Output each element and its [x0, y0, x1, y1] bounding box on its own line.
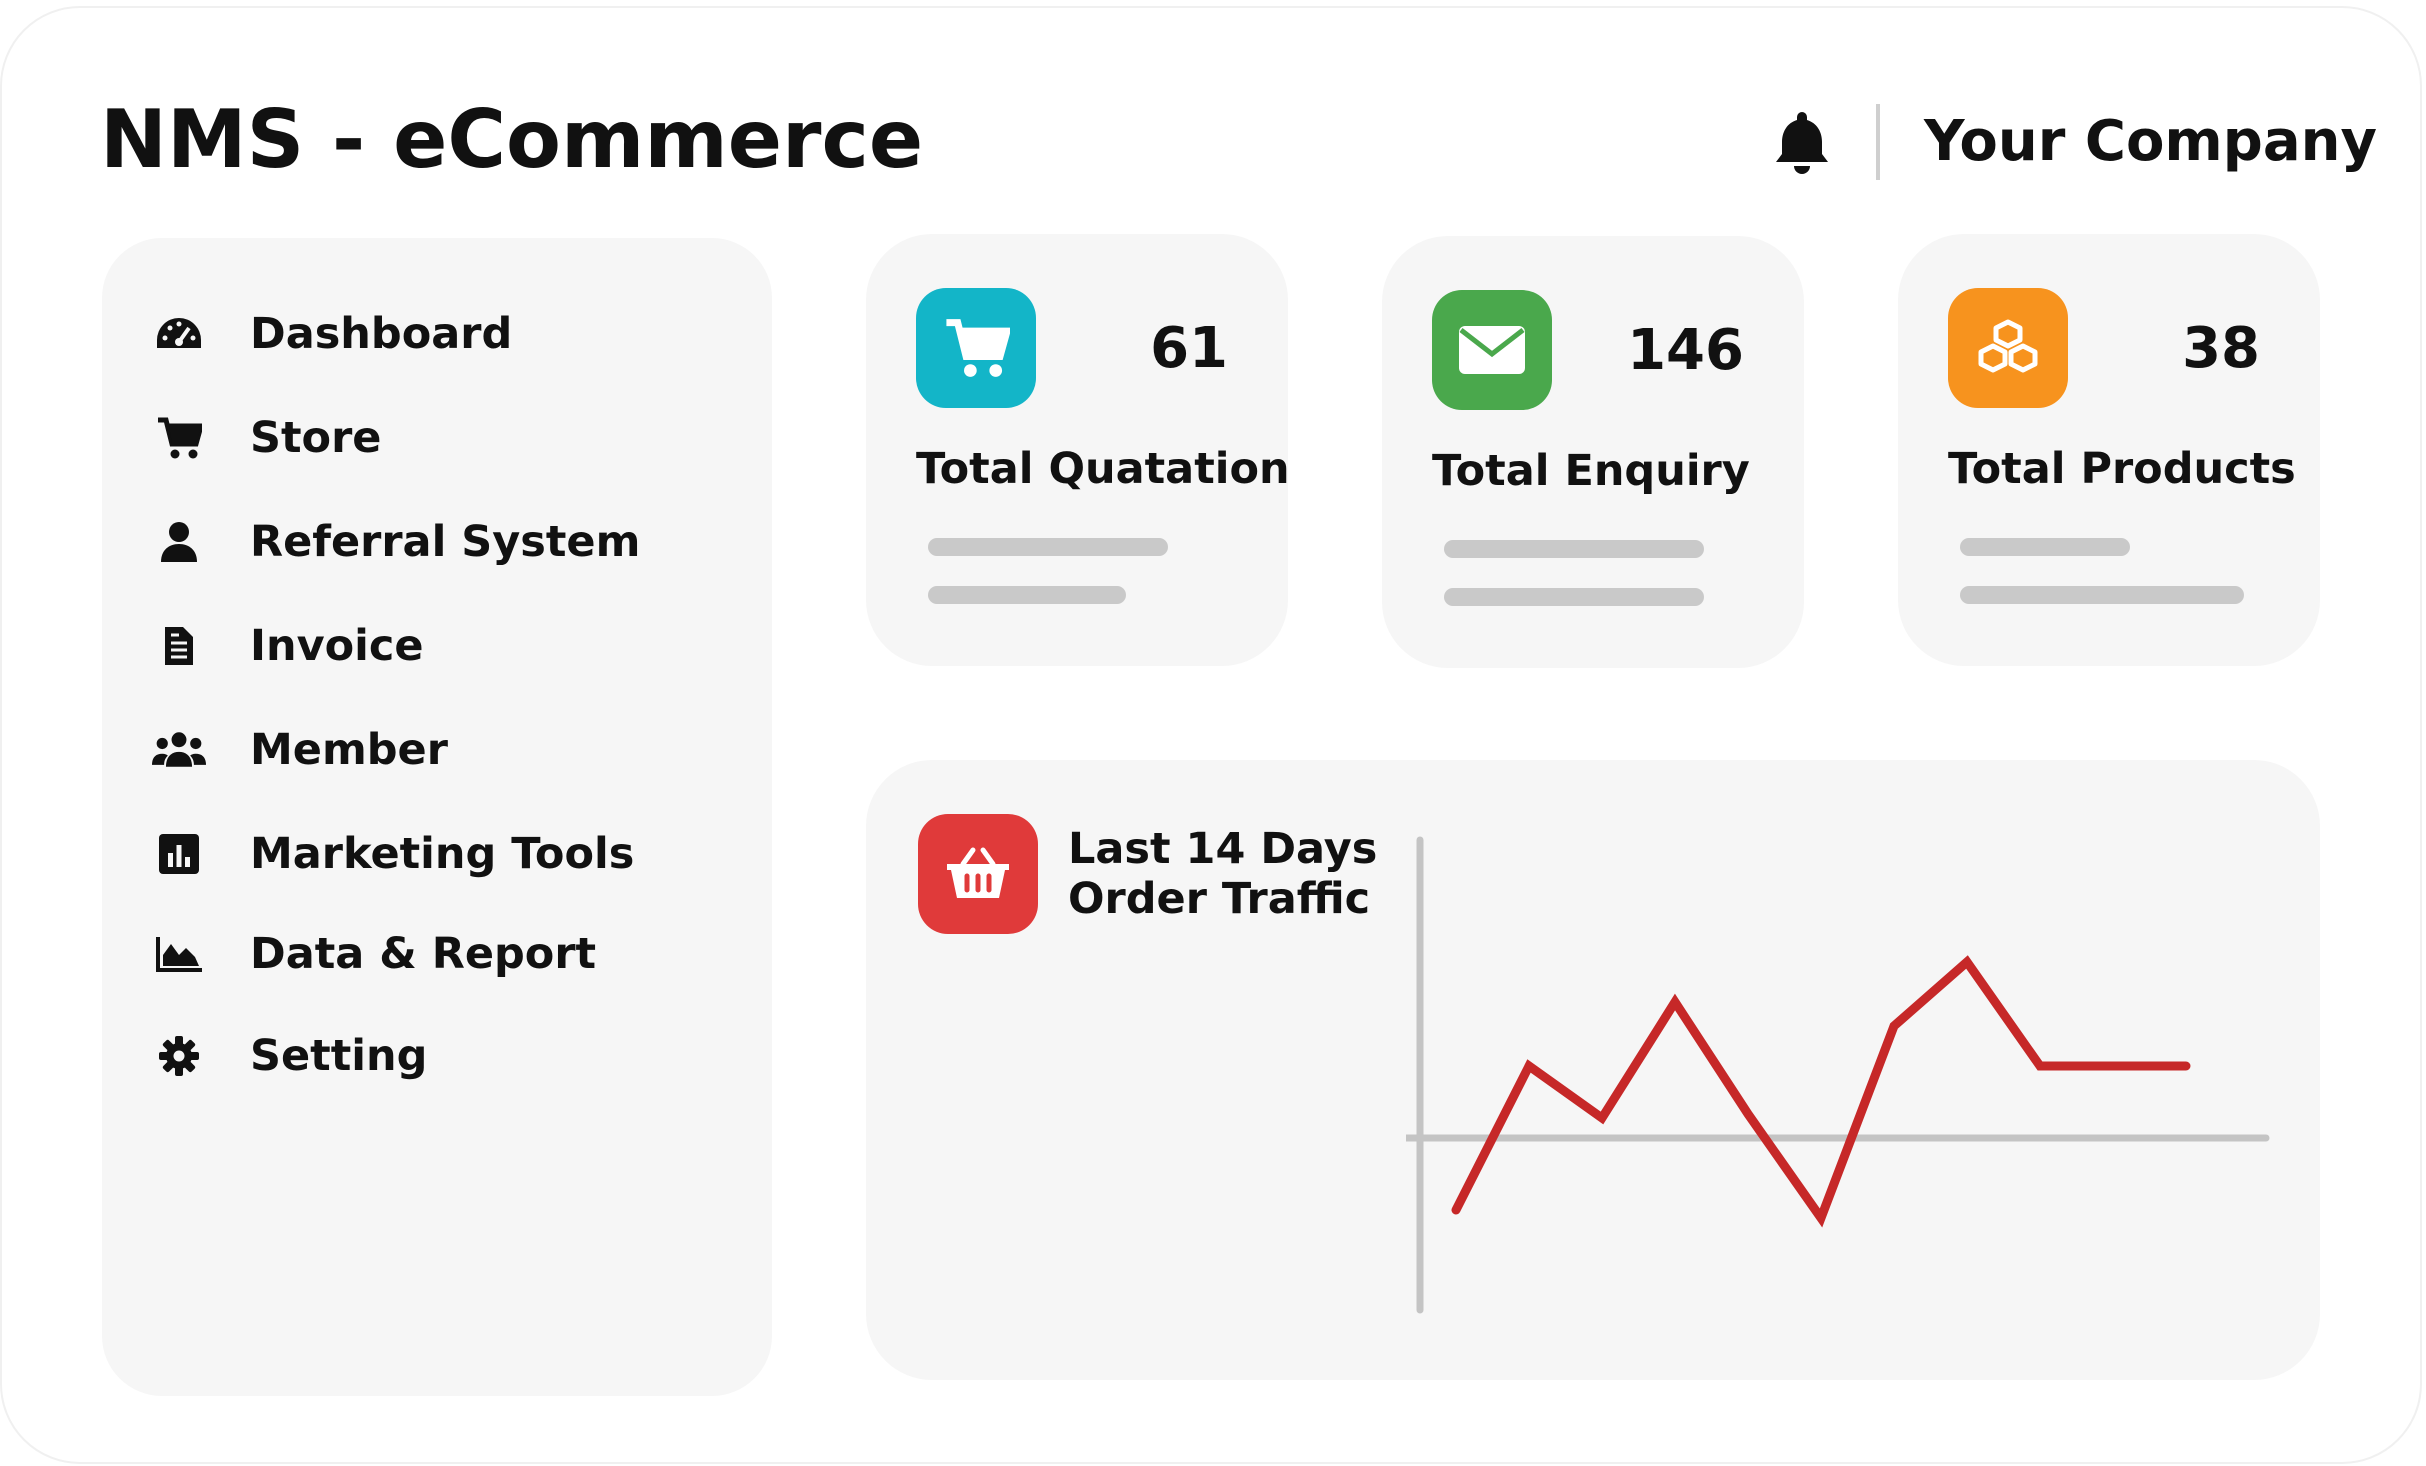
- sidebar-item-label: Marketing Tools: [250, 829, 635, 879]
- document-icon: [152, 619, 206, 673]
- traffic-title-line1: Last 14 Days: [1068, 824, 1378, 874]
- stat-card-total-enquiry[interactable]: 146 Total Enquiry: [1382, 236, 1804, 668]
- placeholder-line: [1444, 588, 1704, 606]
- stat-label: Total Products: [1948, 444, 2296, 494]
- stat-label: Total Enquiry: [1432, 446, 1750, 496]
- sidebar-item-label: Data & Report: [250, 929, 597, 979]
- bell-icon[interactable]: [1772, 108, 1832, 176]
- sidebar-item-dashboard[interactable]: Dashboard: [152, 302, 732, 366]
- bar-chart-icon: [152, 827, 206, 881]
- area-chart-icon: [152, 927, 206, 981]
- sidebar-item-data-report[interactable]: Data & Report: [152, 922, 732, 986]
- sidebar-item-label: Setting: [250, 1031, 428, 1081]
- cart-icon: [152, 411, 206, 465]
- placeholder-line: [1444, 540, 1704, 558]
- dashboard-gauge-icon: [152, 307, 206, 361]
- sidebar-item-setting[interactable]: Setting: [152, 1024, 732, 1088]
- placeholder-line: [1960, 538, 2130, 556]
- placeholder-line: [928, 538, 1168, 556]
- traffic-title: Last 14 Days Order Traffic: [1068, 824, 1377, 924]
- sidebar-item-label: Referral System: [250, 517, 641, 567]
- cart-icon: [916, 288, 1036, 408]
- stat-label: Total Quatation: [916, 444, 1290, 494]
- stat-value: 146: [1627, 318, 1744, 383]
- traffic-title-line2: Order Traffic: [1068, 874, 1371, 924]
- sidebar-item-label: Store: [250, 413, 382, 463]
- sidebar-item-referral-system[interactable]: Referral System: [152, 510, 732, 574]
- gear-icon: [152, 1029, 206, 1083]
- header-divider: [1876, 104, 1880, 180]
- sidebar-item-member[interactable]: Member: [152, 718, 732, 782]
- boxes-icon: [1948, 288, 2068, 408]
- sidebar-item-label: Invoice: [250, 621, 424, 671]
- sidebar-item-marketing-tools[interactable]: Marketing Tools: [152, 822, 732, 886]
- sidebar-item-label: Member: [250, 725, 448, 775]
- stat-card-total-quatation[interactable]: 61 Total Quatation: [866, 234, 1290, 666]
- company-name[interactable]: Your Company: [1924, 104, 2377, 180]
- user-icon: [152, 515, 206, 569]
- order-traffic-panel: Last 14 Days Order Traffic: [866, 760, 2320, 1380]
- users-icon: [152, 723, 206, 777]
- sidebar-item-label: Dashboard: [250, 309, 513, 359]
- placeholder-line: [928, 586, 1126, 604]
- series-line: [1451, 955, 2191, 1228]
- basket-icon: [918, 814, 1038, 934]
- stat-card-total-products[interactable]: 38 Total Products: [1898, 234, 2320, 666]
- placeholder-line: [1960, 586, 2244, 604]
- sidebar-item-store[interactable]: Store: [152, 406, 732, 470]
- order-traffic-chart: [1406, 836, 2270, 1314]
- sidebar-item-invoice[interactable]: Invoice: [152, 614, 732, 678]
- stat-value: 38: [2182, 316, 2260, 381]
- sidebar: Dashboard Store Referral System Invoice …: [102, 238, 772, 1396]
- stat-value: 61: [1150, 316, 1228, 381]
- envelope-icon: [1432, 290, 1552, 410]
- app-title: NMS - eCommerce: [100, 93, 924, 186]
